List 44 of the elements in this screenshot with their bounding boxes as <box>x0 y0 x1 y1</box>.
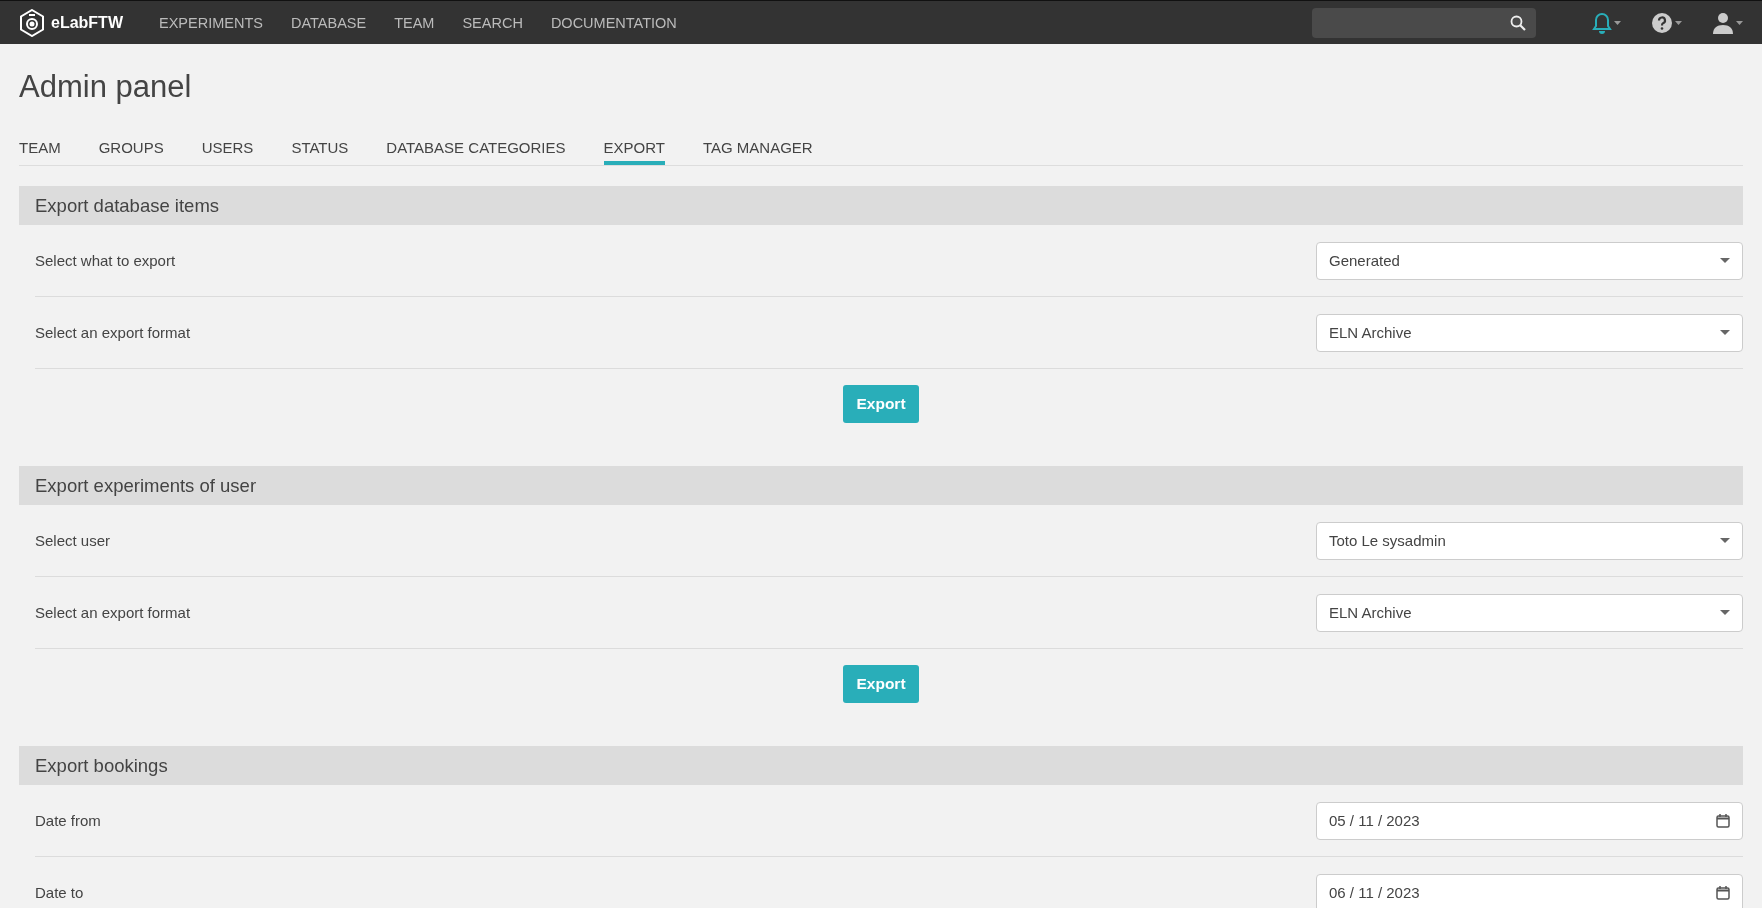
caret-icon <box>1720 538 1730 543</box>
caret-icon <box>1720 258 1730 263</box>
section-header: Export experiments of user <box>19 466 1743 505</box>
date-field[interactable]: 06 / 11 / 2023 <box>1316 873 1743 908</box>
user-menu[interactable] <box>1712 11 1743 34</box>
tab[interactable]: TAG MANAGER <box>702 138 813 165</box>
search-field[interactable] <box>1312 7 1536 38</box>
field-label: Date to <box>35 884 84 901</box>
help-menu[interactable] <box>1651 11 1682 34</box>
nav-link[interactable]: SEARCH <box>462 14 523 31</box>
tab[interactable]: DATABASE CATEGORIES <box>386 138 566 165</box>
caret-icon[interactable] <box>1614 20 1621 25</box>
page-title: Admin panel <box>19 69 193 105</box>
select-dropdown[interactable]: Toto Le sysadmin <box>1316 521 1743 560</box>
field-label: Date from <box>35 812 101 829</box>
calendar-icon[interactable] <box>1716 813 1730 828</box>
tab[interactable]: USERS <box>201 138 254 165</box>
field-label: Select user <box>35 532 111 549</box>
nav-link[interactable]: TEAM <box>394 14 435 31</box>
nav-link[interactable]: DATABASE <box>290 14 367 31</box>
caret-icon <box>1720 610 1730 615</box>
section-header: Export bookings <box>19 746 1743 785</box>
caret-icon[interactable] <box>1675 20 1682 25</box>
field-label: Select an export format <box>35 324 191 341</box>
select-dropdown[interactable]: ELN Archive <box>1316 593 1743 632</box>
tab[interactable]: GROUPS <box>98 138 164 165</box>
nav-link[interactable]: EXPERIMENTS <box>159 14 263 31</box>
logo-icon <box>19 8 45 37</box>
select-dropdown[interactable]: ELN Archive <box>1316 313 1743 352</box>
field-label: Select what to export <box>35 252 176 269</box>
notifications-menu[interactable] <box>1592 11 1621 34</box>
brand-name[interactable]: eLabFTW <box>51 13 123 32</box>
section-header: Export database items <box>19 186 1743 225</box>
select-dropdown[interactable]: Generated <box>1316 241 1743 280</box>
nav-link[interactable]: DOCUMENTATION <box>550 14 677 31</box>
tab[interactable]: STATUS <box>291 138 349 165</box>
tab[interactable]: TEAM <box>19 138 61 165</box>
caret-icon <box>1720 330 1730 335</box>
field-label: Select an export format <box>35 604 191 621</box>
date-field[interactable]: 05 / 11 / 2023 <box>1316 801 1743 840</box>
tab[interactable]: EXPORT <box>603 138 665 165</box>
caret-icon[interactable] <box>1736 20 1743 25</box>
search-icon[interactable] <box>1510 14 1526 31</box>
calendar-icon[interactable] <box>1716 885 1730 900</box>
